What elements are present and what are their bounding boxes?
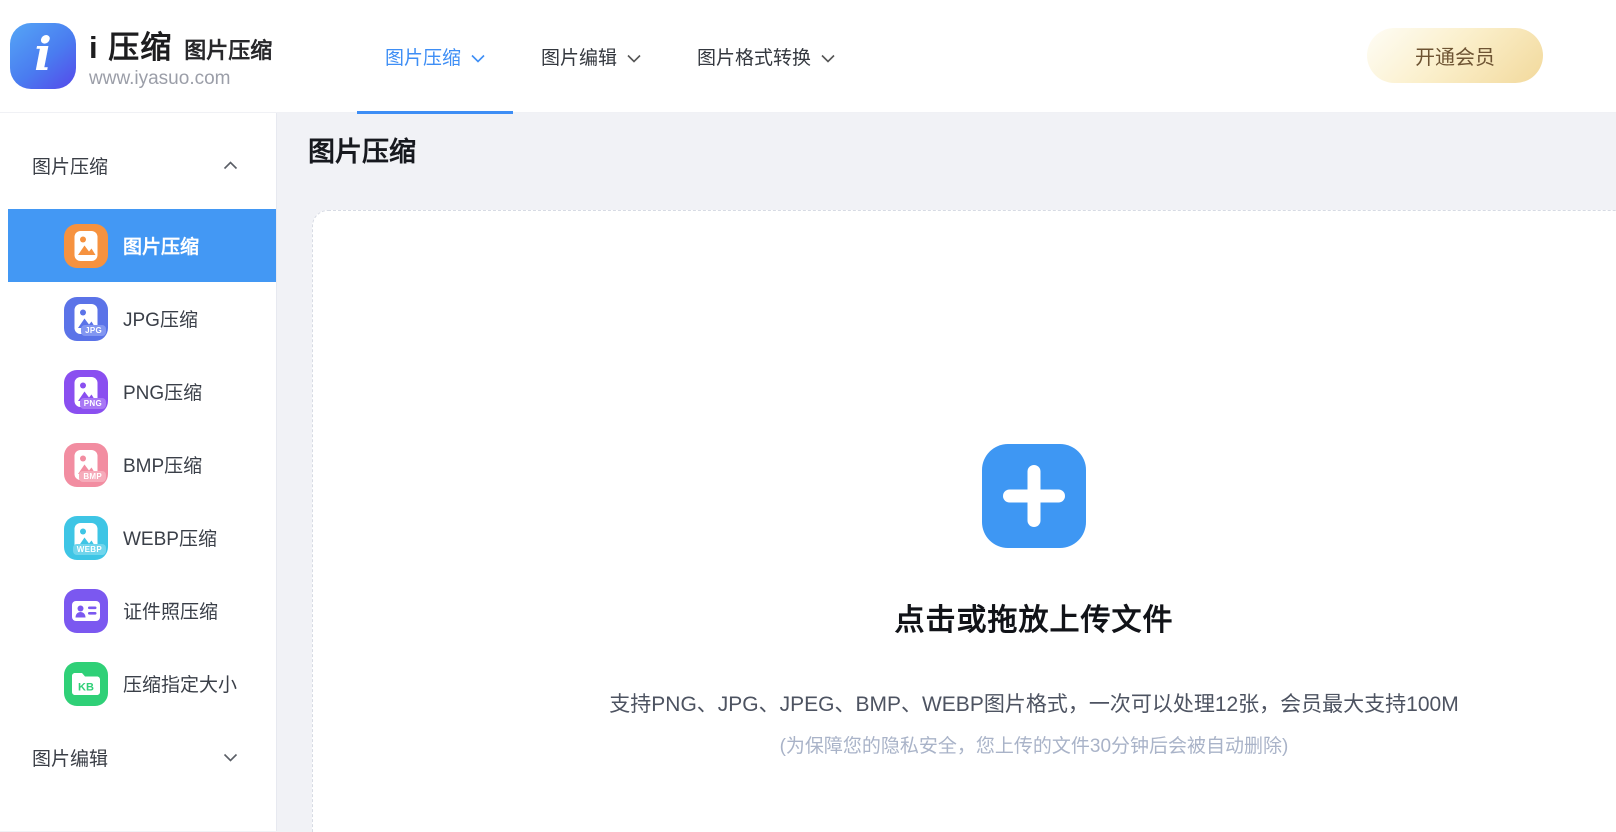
- header: i i 压缩 图片压缩 www.iyasuo.com 图片压缩 图片编辑 图片格…: [0, 0, 1616, 114]
- site-logo[interactable]: i i 压缩 图片压缩 www.iyasuo.com: [10, 22, 272, 90]
- upload-privacy-note: (为保障您的隐私安全，您上传的文件30分钟后会被自动删除): [779, 736, 1289, 757]
- image-compress-icon: [64, 223, 108, 268]
- nav-tab-image-edit[interactable]: 图片编辑: [513, 0, 669, 113]
- sidebar-section-image-edit[interactable]: 图片编辑: [32, 742, 238, 772]
- upload-dropzone[interactable]: 点击或拖放上传文件 支持PNG、JPG、JPEG、BMP、WEBP图片格式，一次…: [312, 210, 1616, 832]
- plus-upload-button[interactable]: [982, 444, 1086, 548]
- chevron-down-icon: [627, 54, 641, 63]
- sidebar-item-jpg-compress[interactable]: JPG JPG压缩: [8, 282, 276, 355]
- brand-domain: www.iyasuo.com: [89, 68, 231, 89]
- nav-tab-image-compress[interactable]: 图片压缩: [357, 0, 514, 114]
- sidebar-item-image-compress[interactable]: 图片压缩: [8, 209, 276, 282]
- chevron-down-icon: [223, 753, 238, 762]
- chevron-down-icon: [821, 54, 835, 63]
- page-title: 图片压缩: [308, 137, 416, 167]
- chevron-down-icon: [471, 54, 485, 63]
- sidebar-item-bmp-compress[interactable]: BMP BMP压缩: [8, 428, 276, 501]
- id-photo-compress-icon: [64, 588, 108, 633]
- sidebar-item-list: 图片压缩 JPG JPG压缩 PNG PNG压缩 BMP BMP压缩 WEBP …: [0, 209, 276, 720]
- png-compress-icon: PNG: [64, 369, 108, 414]
- upload-title: 点击或拖放上传文件: [894, 604, 1174, 637]
- open-vip-button[interactable]: 开通会员: [1367, 28, 1543, 83]
- sidebar: 图片压缩 图片压缩 JPG JPG压缩 PNG PNG压缩 BMP BMP压缩 …: [0, 113, 277, 831]
- main-content: 图片压缩 点击或拖放上传文件 支持PNG、JPG、JPEG、BMP、WEBP图片…: [277, 113, 1616, 832]
- brand-name: i 压缩: [89, 30, 173, 65]
- chevron-up-icon: [223, 160, 238, 170]
- sidebar-item-id-photo-compress[interactable]: 证件照压缩: [8, 574, 276, 647]
- sidebar-section-image-compress[interactable]: 图片压缩: [32, 150, 238, 180]
- svg-text:KB: KB: [78, 681, 94, 693]
- nav-tab-format-convert[interactable]: 图片格式转换: [669, 0, 863, 113]
- kb-size-compress-icon: KB: [64, 661, 108, 706]
- sidebar-item-webp-compress[interactable]: WEBP WEBP压缩: [8, 501, 276, 574]
- jpg-compress-icon: JPG: [64, 296, 108, 341]
- logo-text-block: i 压缩 图片压缩 www.iyasuo.com: [89, 22, 272, 90]
- sidebar-item-png-compress[interactable]: PNG PNG压缩: [8, 355, 276, 428]
- webp-compress-icon: WEBP: [64, 515, 108, 560]
- brand-tagline: 图片压缩: [184, 38, 273, 63]
- upload-description: 支持PNG、JPG、JPEG、BMP、WEBP图片格式，一次可以处理12张，会员…: [609, 693, 1459, 716]
- bmp-compress-icon: BMP: [64, 442, 108, 487]
- sidebar-item-kb-size-compress[interactable]: KB 压缩指定大小: [8, 647, 276, 720]
- main-nav: 图片压缩 图片编辑 图片格式转换: [357, 0, 863, 114]
- logo-i-icon: i: [10, 23, 76, 89]
